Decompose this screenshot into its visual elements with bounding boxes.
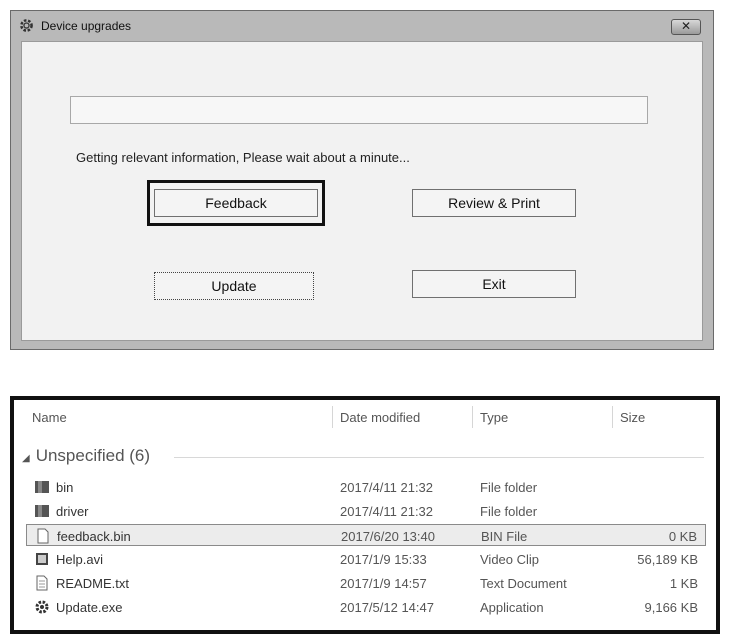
exit-button[interactable]: Exit xyxy=(412,270,576,298)
file-list-pane: Name Date modified Type Size ◢ Unspecifie… xyxy=(10,396,720,634)
feedback-button[interactable]: Feedback xyxy=(154,189,318,217)
dialog-title: Device upgrades xyxy=(41,19,132,33)
folder-icon xyxy=(34,503,50,519)
column-header-type[interactable]: Type xyxy=(480,410,508,425)
file-date-modified: 2017/1/9 14:57 xyxy=(340,576,427,591)
gear-icon xyxy=(34,599,50,615)
column-header-date[interactable]: Date modified xyxy=(340,410,420,425)
update-button[interactable]: Update xyxy=(154,272,314,300)
gear-icon xyxy=(20,19,33,32)
file-size: 9,166 KB xyxy=(644,600,699,615)
text-file-icon xyxy=(34,575,50,591)
file-type: Video Clip xyxy=(480,552,540,567)
file-row[interactable]: Help.avi 2017/1/9 15:33 Video Clip 56,189 K… xyxy=(26,548,706,570)
file-row[interactable]: Update.exe 2017/5/12 14:47 Application 9,16… xyxy=(26,596,706,618)
file-name: Help.avi xyxy=(56,552,103,567)
file-name: bin xyxy=(56,480,74,495)
file-size: 1 KB xyxy=(669,576,698,591)
file-type: Text Document xyxy=(480,576,567,591)
file-icon xyxy=(35,528,51,544)
file-row[interactable]: driver 2017/4/11 21:32 File folder xyxy=(26,500,706,522)
file-date-modified: 2017/1/9 15:33 xyxy=(340,552,427,567)
group-label: Unspecified (6) xyxy=(35,446,151,465)
file-name: feedback.bin xyxy=(57,529,131,544)
file-date-modified: 2017/4/11 21:32 xyxy=(340,480,434,495)
file-size: 0 KB xyxy=(668,529,697,544)
folder-icon xyxy=(34,479,50,495)
video-icon xyxy=(34,551,50,567)
file-name: Update.exe xyxy=(56,600,123,615)
device-upgrades-dialog: Device upgrades ✕ Getting relevant infor… xyxy=(10,10,714,350)
file-date-modified: 2017/4/11 21:32 xyxy=(340,504,434,519)
column-header-name[interactable]: Name xyxy=(32,410,67,425)
file-date-modified: 2017/6/20 13:40 xyxy=(341,529,435,544)
progress-bar xyxy=(70,96,648,124)
collapse-arrow-icon[interactable]: ◢ xyxy=(22,453,30,464)
title-bar[interactable]: Device upgrades ✕ xyxy=(11,11,713,41)
file-name: driver xyxy=(56,504,89,519)
file-type: Application xyxy=(480,600,544,615)
file-date-modified: 2017/5/12 14:47 xyxy=(340,600,434,615)
file-type: File folder xyxy=(480,504,538,519)
column-divider[interactable] xyxy=(612,406,613,428)
dialog-body: Getting relevant information, Please wai… xyxy=(21,41,703,341)
group-divider xyxy=(174,457,704,458)
file-row[interactable]: README.txt 2017/1/9 14:57 Text Document 1 K… xyxy=(26,572,706,594)
file-type: BIN File xyxy=(481,529,528,544)
file-name: README.txt xyxy=(56,576,129,591)
column-divider[interactable] xyxy=(332,406,333,428)
status-message: Getting relevant information, Please wai… xyxy=(76,150,410,165)
column-header-size[interactable]: Size xyxy=(620,410,645,425)
review-print-button[interactable]: Review & Print xyxy=(412,189,576,217)
group-header-unspecified[interactable]: ◢ Unspecified (6) xyxy=(22,446,150,466)
column-divider[interactable] xyxy=(472,406,473,428)
close-button[interactable]: ✕ xyxy=(671,19,701,35)
file-size: 56,189 KB xyxy=(637,552,698,567)
file-row[interactable]: bin 2017/4/11 21:32 File folder xyxy=(26,476,706,498)
file-row[interactable]: feedback.bin 2017/6/20 13:40 BIN File 0 KB xyxy=(26,524,706,546)
file-type: File folder xyxy=(480,480,538,495)
